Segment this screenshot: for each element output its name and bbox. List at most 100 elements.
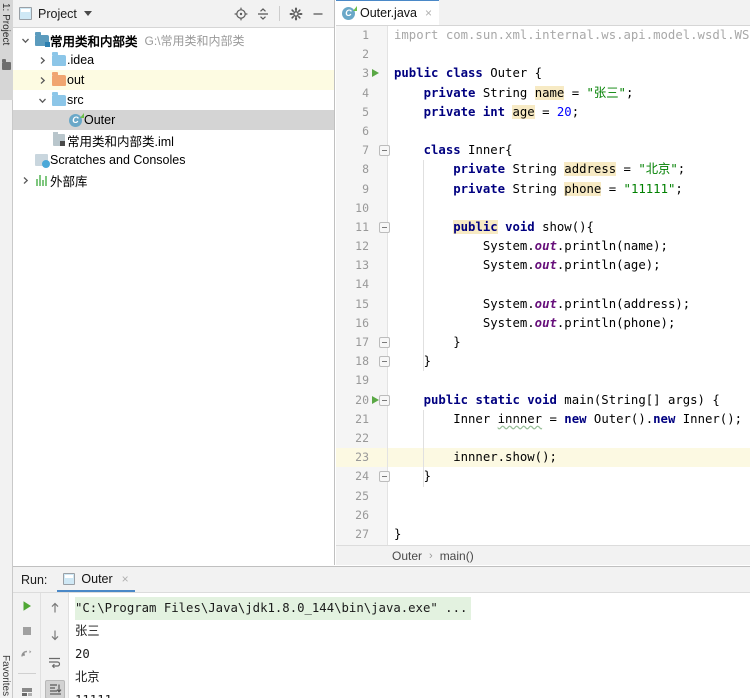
tree-item-5[interactable]: 常用类和内部类.iml bbox=[13, 130, 334, 150]
code-text: import com.sun.xml.internal.ws.api.model… bbox=[394, 28, 750, 42]
line-number: 23 bbox=[355, 450, 369, 465]
editor-area: C Outer.java × 1 import com.sun.xml.inter… bbox=[336, 0, 750, 545]
tree-item-icon bbox=[50, 92, 67, 106]
fold-collapse-icon[interactable] bbox=[379, 394, 390, 406]
fold-collapse-icon[interactable] bbox=[379, 337, 390, 348]
code-text: private String phone = "11111"; bbox=[453, 181, 683, 196]
code-line: 17 } bbox=[336, 333, 750, 353]
gear-icon[interactable] bbox=[286, 4, 306, 24]
code-text: public class Outer { bbox=[394, 66, 543, 81]
tree-item-7[interactable]: 外部库 bbox=[13, 170, 334, 190]
toolbar-divider bbox=[279, 6, 280, 21]
indent-guide bbox=[423, 428, 424, 449]
chevron-right-icon[interactable] bbox=[34, 56, 50, 65]
tree-item-6[interactable]: Scratches and Consoles bbox=[13, 150, 334, 170]
code-line-bg bbox=[388, 352, 750, 371]
breadcrumb-separator: › bbox=[429, 549, 433, 562]
fold-collapse-icon[interactable] bbox=[379, 356, 390, 368]
line-number: 9 bbox=[362, 181, 369, 196]
close-icon[interactable]: × bbox=[122, 572, 129, 586]
line-number: 18 bbox=[355, 354, 369, 369]
line-number: 16 bbox=[355, 315, 369, 330]
code-line: 5 private int age = 20; bbox=[336, 103, 750, 122]
soft-wrap-icon[interactable] bbox=[45, 652, 65, 671]
up-arrow-icon[interactable] bbox=[45, 598, 65, 617]
close-icon[interactable]: × bbox=[425, 6, 432, 20]
project-panel-title: Project bbox=[38, 6, 77, 21]
code-line-bg bbox=[388, 199, 750, 218]
run-gutter-icon[interactable] bbox=[372, 395, 379, 404]
console-output[interactable]: "C:\Program Files\Java\jdk1.8.0_144\bin\… bbox=[69, 593, 750, 698]
breadcrumb-item-method[interactable]: main() bbox=[440, 549, 474, 563]
line-number: 2 bbox=[362, 47, 369, 62]
code-line: 23 innner.show(); bbox=[336, 448, 750, 468]
folder-icon bbox=[51, 92, 66, 106]
chevron-down-icon[interactable] bbox=[83, 11, 92, 16]
run-panel-header: Run: Outer × bbox=[13, 567, 750, 593]
java-class-icon: C bbox=[69, 112, 84, 127]
minimize-icon[interactable] bbox=[308, 4, 328, 24]
code-line: 18 } bbox=[336, 352, 750, 372]
project-tree: 常用类和内部类 G:\常用类和内部类 .idea out src C Outer 常用类和内部… bbox=[13, 28, 334, 190]
editor-tab-outer-java[interactable]: C Outer.java × bbox=[336, 0, 439, 25]
code-text: System.out.println(name); bbox=[394, 239, 668, 254]
fold-collapse-icon[interactable] bbox=[379, 145, 390, 157]
run-tab-outer[interactable]: Outer × bbox=[57, 567, 135, 592]
chevron-right-icon[interactable] bbox=[34, 76, 50, 85]
run-tab-label: Outer bbox=[81, 571, 113, 586]
folder-orange-icon bbox=[51, 72, 66, 86]
fold-collapse-icon[interactable] bbox=[379, 221, 390, 233]
sidebar-tab-favorites-label[interactable]: Favorites bbox=[0, 655, 11, 696]
tree-item-4[interactable]: C Outer bbox=[13, 110, 334, 130]
line-number: 26 bbox=[355, 507, 369, 522]
code-line: 2 bbox=[336, 45, 750, 64]
console-line-text: 张三 bbox=[75, 624, 100, 638]
code-line: 13 System.out.println(age); bbox=[336, 256, 750, 276]
indent-guide bbox=[423, 198, 424, 218]
code-text: System.out.println(phone); bbox=[394, 315, 676, 330]
scratches-icon bbox=[35, 154, 50, 168]
tree-item-1[interactable]: .idea bbox=[13, 50, 334, 70]
code-line-bg bbox=[388, 525, 750, 544]
code-line: 25 bbox=[336, 487, 750, 506]
run-gutter-icon[interactable] bbox=[372, 69, 379, 78]
line-number: 17 bbox=[355, 335, 369, 349]
console-line-text: 20 bbox=[75, 647, 90, 661]
tree-item-icon bbox=[50, 52, 67, 66]
line-number: 1 bbox=[362, 28, 369, 42]
line-number: 10 bbox=[355, 200, 369, 215]
chevron-down-icon[interactable] bbox=[34, 96, 50, 105]
tree-item-3[interactable]: src bbox=[13, 90, 334, 110]
editor-tab-label: Outer.java bbox=[360, 6, 417, 20]
scroll-to-end-icon[interactable] bbox=[44, 679, 65, 698]
code-line: 4 private String name = "张三"; bbox=[336, 84, 750, 103]
line-number: 12 bbox=[355, 239, 369, 254]
tree-item-label: Scratches and Consoles bbox=[50, 153, 186, 167]
code-editor[interactable]: 1 import com.sun.xml.internal.ws.api.mode… bbox=[336, 26, 750, 545]
tree-item-0[interactable]: 常用类和内部类 G:\常用类和内部类 bbox=[13, 30, 334, 50]
code-text: private String address = "北京"; bbox=[453, 162, 686, 177]
down-arrow-icon[interactable] bbox=[45, 625, 65, 644]
editor-tabbar: C Outer.java × bbox=[336, 0, 750, 26]
tree-item-2[interactable]: out bbox=[13, 70, 334, 90]
stop-icon[interactable] bbox=[17, 623, 37, 640]
indent-guide bbox=[423, 275, 424, 295]
line-number: 8 bbox=[362, 162, 369, 177]
breadcrumb-item-class[interactable]: Outer bbox=[392, 549, 422, 563]
code-line-bg bbox=[388, 122, 750, 141]
breadcrumb: Outer › main() bbox=[336, 545, 750, 565]
fold-collapse-icon[interactable] bbox=[379, 471, 390, 483]
collapse-all-icon[interactable] bbox=[253, 4, 273, 24]
target-icon[interactable] bbox=[231, 4, 251, 24]
chevron-down-icon[interactable] bbox=[17, 36, 33, 45]
tree-item-icon bbox=[50, 132, 67, 146]
chevron-right-icon[interactable] bbox=[17, 176, 33, 185]
print-icon[interactable] bbox=[17, 682, 37, 698]
console-line-text: "C:\Program Files\Java\jdk1.8.0_144\bin\… bbox=[75, 597, 472, 620]
code-line-bg bbox=[388, 487, 750, 506]
code-line: 26 bbox=[336, 506, 750, 525]
line-number: 13 bbox=[355, 258, 369, 273]
code-line-bg bbox=[388, 275, 750, 294]
rerun-failed-icon[interactable] bbox=[17, 647, 37, 664]
run-icon[interactable] bbox=[17, 598, 37, 615]
